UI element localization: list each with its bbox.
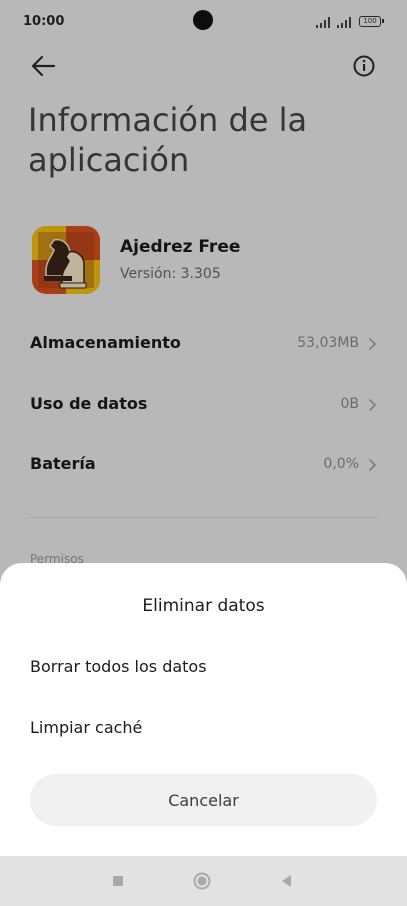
delete-data-sheet: Eliminar datos Borrar todos los datos Li…: [0, 563, 407, 906]
sheet-title: Eliminar datos: [142, 596, 265, 616]
back-triangle-icon[interactable]: [280, 874, 292, 888]
navigation-bar: [0, 856, 407, 906]
clear-all-data-option[interactable]: Borrar todos los datos: [0, 643, 407, 693]
home-circle-icon[interactable]: [193, 872, 211, 890]
option-label: Borrar todos los datos: [30, 657, 207, 676]
phone-screen: 10:00 100 Información de la aplicación A…: [0, 0, 407, 906]
option-label: Limpiar caché: [30, 718, 143, 737]
cancel-button[interactable]: Cancelar: [30, 774, 377, 826]
recents-square-icon[interactable]: [113, 876, 123, 886]
clear-cache-option[interactable]: Limpiar caché: [0, 704, 407, 754]
